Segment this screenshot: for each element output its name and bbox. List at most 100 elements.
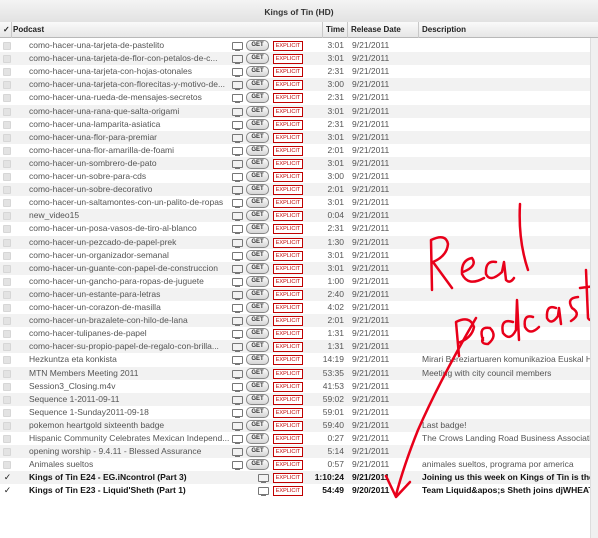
get-button[interactable]: GET [246, 328, 269, 340]
get-button[interactable]: GET [246, 393, 269, 405]
row-checkbox[interactable] [3, 277, 11, 286]
table-row[interactable]: ✓ Kings of Tin E24 - EG.iNcontrol (Part 3… [0, 471, 598, 485]
get-button[interactable]: GET [246, 92, 269, 104]
table-row[interactable]: Sequence 1-Sunday2011-09-18 GET EXPLICIT 59… [0, 406, 598, 419]
get-button[interactable]: GET [246, 288, 269, 300]
row-checkbox[interactable] [3, 159, 11, 168]
row-checkbox[interactable] [3, 395, 11, 404]
get-button[interactable]: GET [246, 197, 269, 209]
row-checkbox[interactable] [3, 408, 11, 417]
get-button[interactable]: GET [246, 419, 269, 431]
row-checkbox[interactable] [3, 212, 11, 221]
table-row[interactable]: como-hacer-su-propio-papel-de-regalo-con… [0, 340, 598, 354]
table-row[interactable]: como-hacer-una-tarjeta-con-florecitas-y-… [0, 78, 598, 92]
row-checkbox[interactable] [3, 238, 11, 247]
table-row[interactable]: como-hacer-un-pezcado-de-papel-prek GET EX… [0, 235, 598, 249]
table-row[interactable]: Hezkuntza eta konkista GET EXPLICIT 14:19 9/… [0, 353, 598, 366]
get-button[interactable]: GET [246, 341, 269, 353]
row-checkbox[interactable] [3, 330, 11, 339]
row-checkbox[interactable]: ✓ [3, 471, 12, 484]
get-button[interactable]: GET [246, 459, 269, 471]
table-row[interactable]: ✓ Kings of Tin E23 - Liquid'Sheth (Part 1… [0, 484, 598, 497]
table-row[interactable]: como-hacer-un-brazalete-con-hilo-de-lana… [0, 314, 598, 328]
row-checkbox[interactable] [3, 290, 11, 299]
get-button[interactable]: GET [246, 262, 269, 274]
get-button[interactable]: GET [246, 66, 269, 78]
get-button[interactable]: GET [246, 144, 269, 156]
row-checkbox[interactable] [3, 435, 11, 443]
row-checkbox[interactable] [3, 343, 11, 352]
table-row[interactable]: como-hacer-un-posa-vasos-de-tiro-al-blan… [0, 222, 598, 235]
table-row[interactable]: como-hacer-un-sobre-para-cds GET EXPLICIT 3… [0, 170, 598, 183]
get-button[interactable]: GET [246, 79, 269, 91]
row-checkbox[interactable] [3, 304, 11, 312]
table-row[interactable]: como-hacer-una-lamparita-asiatica GET EXPL… [0, 118, 598, 131]
get-button[interactable]: GET [246, 406, 269, 418]
row-checkbox[interactable] [3, 173, 11, 181]
get-button[interactable]: GET [246, 223, 269, 235]
row-checkbox[interactable] [3, 55, 11, 64]
get-button[interactable]: GET [246, 210, 269, 222]
row-checkbox[interactable] [3, 81, 11, 90]
row-checkbox[interactable] [3, 369, 11, 378]
table-row[interactable]: como-hacer-un-organizador-semanal GET EXPL… [0, 249, 598, 262]
table-row[interactable]: pokemon heartgold sixteenth badge GET EXPL… [0, 418, 598, 432]
table-row[interactable]: como-hacer-un-estante-para-letras GET EXPL… [0, 287, 598, 301]
table-row[interactable]: Sequence 1-2011-09-11 GET EXPLICIT 59:02 9/2… [0, 392, 598, 406]
get-button[interactable]: GET [246, 380, 269, 392]
table-row[interactable]: como-hacer-una-tarjeta-con-hojas-otonale… [0, 65, 598, 78]
row-checkbox[interactable] [3, 461, 11, 470]
table-row[interactable]: como-hacer-un-sombrero-de-pato GET EXPLICI… [0, 156, 598, 170]
row-checkbox[interactable] [3, 421, 11, 430]
row-checkbox[interactable] [3, 448, 11, 457]
get-button[interactable]: GET [246, 315, 269, 327]
get-button[interactable]: GET [246, 184, 269, 196]
row-checkbox[interactable] [3, 382, 11, 391]
table-row[interactable]: como-hacer-una-tarjeta-de-flor-con-petal… [0, 52, 598, 66]
table-row[interactable]: como-hacer-un-gancho-para-ropas-de-jugue… [0, 275, 598, 288]
row-checkbox[interactable] [3, 42, 11, 50]
row-checkbox[interactable] [3, 251, 11, 260]
table-row[interactable]: como-hacer-una-rana-que-salta-origami GET… [0, 104, 598, 118]
row-checkbox[interactable] [3, 68, 11, 77]
check-column-header[interactable]: ✓ [3, 22, 10, 37]
table-row[interactable]: Session3_Closing.m4v GET EXPLICIT 41:53 9/21… [0, 380, 598, 393]
table-row[interactable]: como-hacer-una-flor-amarilla-de-foami GET… [0, 144, 598, 157]
get-button[interactable]: GET [246, 302, 269, 313]
table-row[interactable]: MTN Members Meeting 2011 GET EXPLICIT 53:35… [0, 366, 598, 380]
get-button[interactable]: GET [246, 53, 269, 65]
get-button[interactable]: GET [246, 105, 269, 117]
get-button[interactable]: GET [246, 275, 269, 287]
table-row[interactable]: como-hacer-una-flor-para-premiar GET EXPLI… [0, 130, 598, 144]
table-row[interactable]: Hispanic Community Celebrates Mexican In… [0, 432, 598, 445]
get-button[interactable]: GET [246, 40, 269, 51]
scrollbar[interactable] [590, 38, 598, 538]
row-checkbox[interactable] [3, 133, 11, 142]
table-row[interactable]: opening worship - 9.4.11 - Blessed Assur… [0, 445, 598, 459]
row-checkbox[interactable] [3, 264, 11, 273]
table-row[interactable]: como-hacer-tulipanes-de-papel GET EXPLICIT… [0, 327, 598, 340]
get-button[interactable]: GET [246, 446, 269, 458]
table-row[interactable]: como-hacer-un-saltamontes-con-un-palito-… [0, 196, 598, 209]
get-button[interactable]: GET [246, 131, 269, 143]
description-column-header[interactable]: Description [422, 22, 466, 37]
row-checkbox[interactable] [3, 356, 11, 365]
podcast-column-header[interactable]: Podcast [13, 22, 44, 37]
row-checkbox[interactable]: ✓ [3, 484, 12, 497]
table-row[interactable]: Animales sueltos GET EXPLICIT 0:57 9/21/2011… [0, 458, 598, 471]
table-row[interactable]: como-hacer-un-corazon-de-masilla GET EXPLI… [0, 301, 598, 314]
table-row[interactable]: como-hacer-una-rueda-de-mensajes-secreto… [0, 91, 598, 104]
row-checkbox[interactable] [3, 199, 11, 208]
table-row[interactable]: como-hacer-un-sobre-decorativo GET EXPLICI… [0, 183, 598, 197]
get-button[interactable]: GET [246, 157, 269, 169]
get-button[interactable]: GET [246, 367, 269, 379]
table-row[interactable]: new_video15 GET EXPLICIT 0:04 9/21/2011 [0, 209, 598, 223]
row-checkbox[interactable] [3, 146, 11, 155]
row-checkbox[interactable] [3, 107, 11, 116]
get-button[interactable]: GET [246, 354, 269, 366]
row-checkbox[interactable] [3, 120, 11, 129]
get-button[interactable]: GET [246, 236, 269, 248]
get-button[interactable]: GET [246, 118, 269, 130]
table-row[interactable]: como-hacer-un-guante-con-papel-de-constr… [0, 261, 598, 275]
row-checkbox[interactable] [3, 225, 11, 234]
